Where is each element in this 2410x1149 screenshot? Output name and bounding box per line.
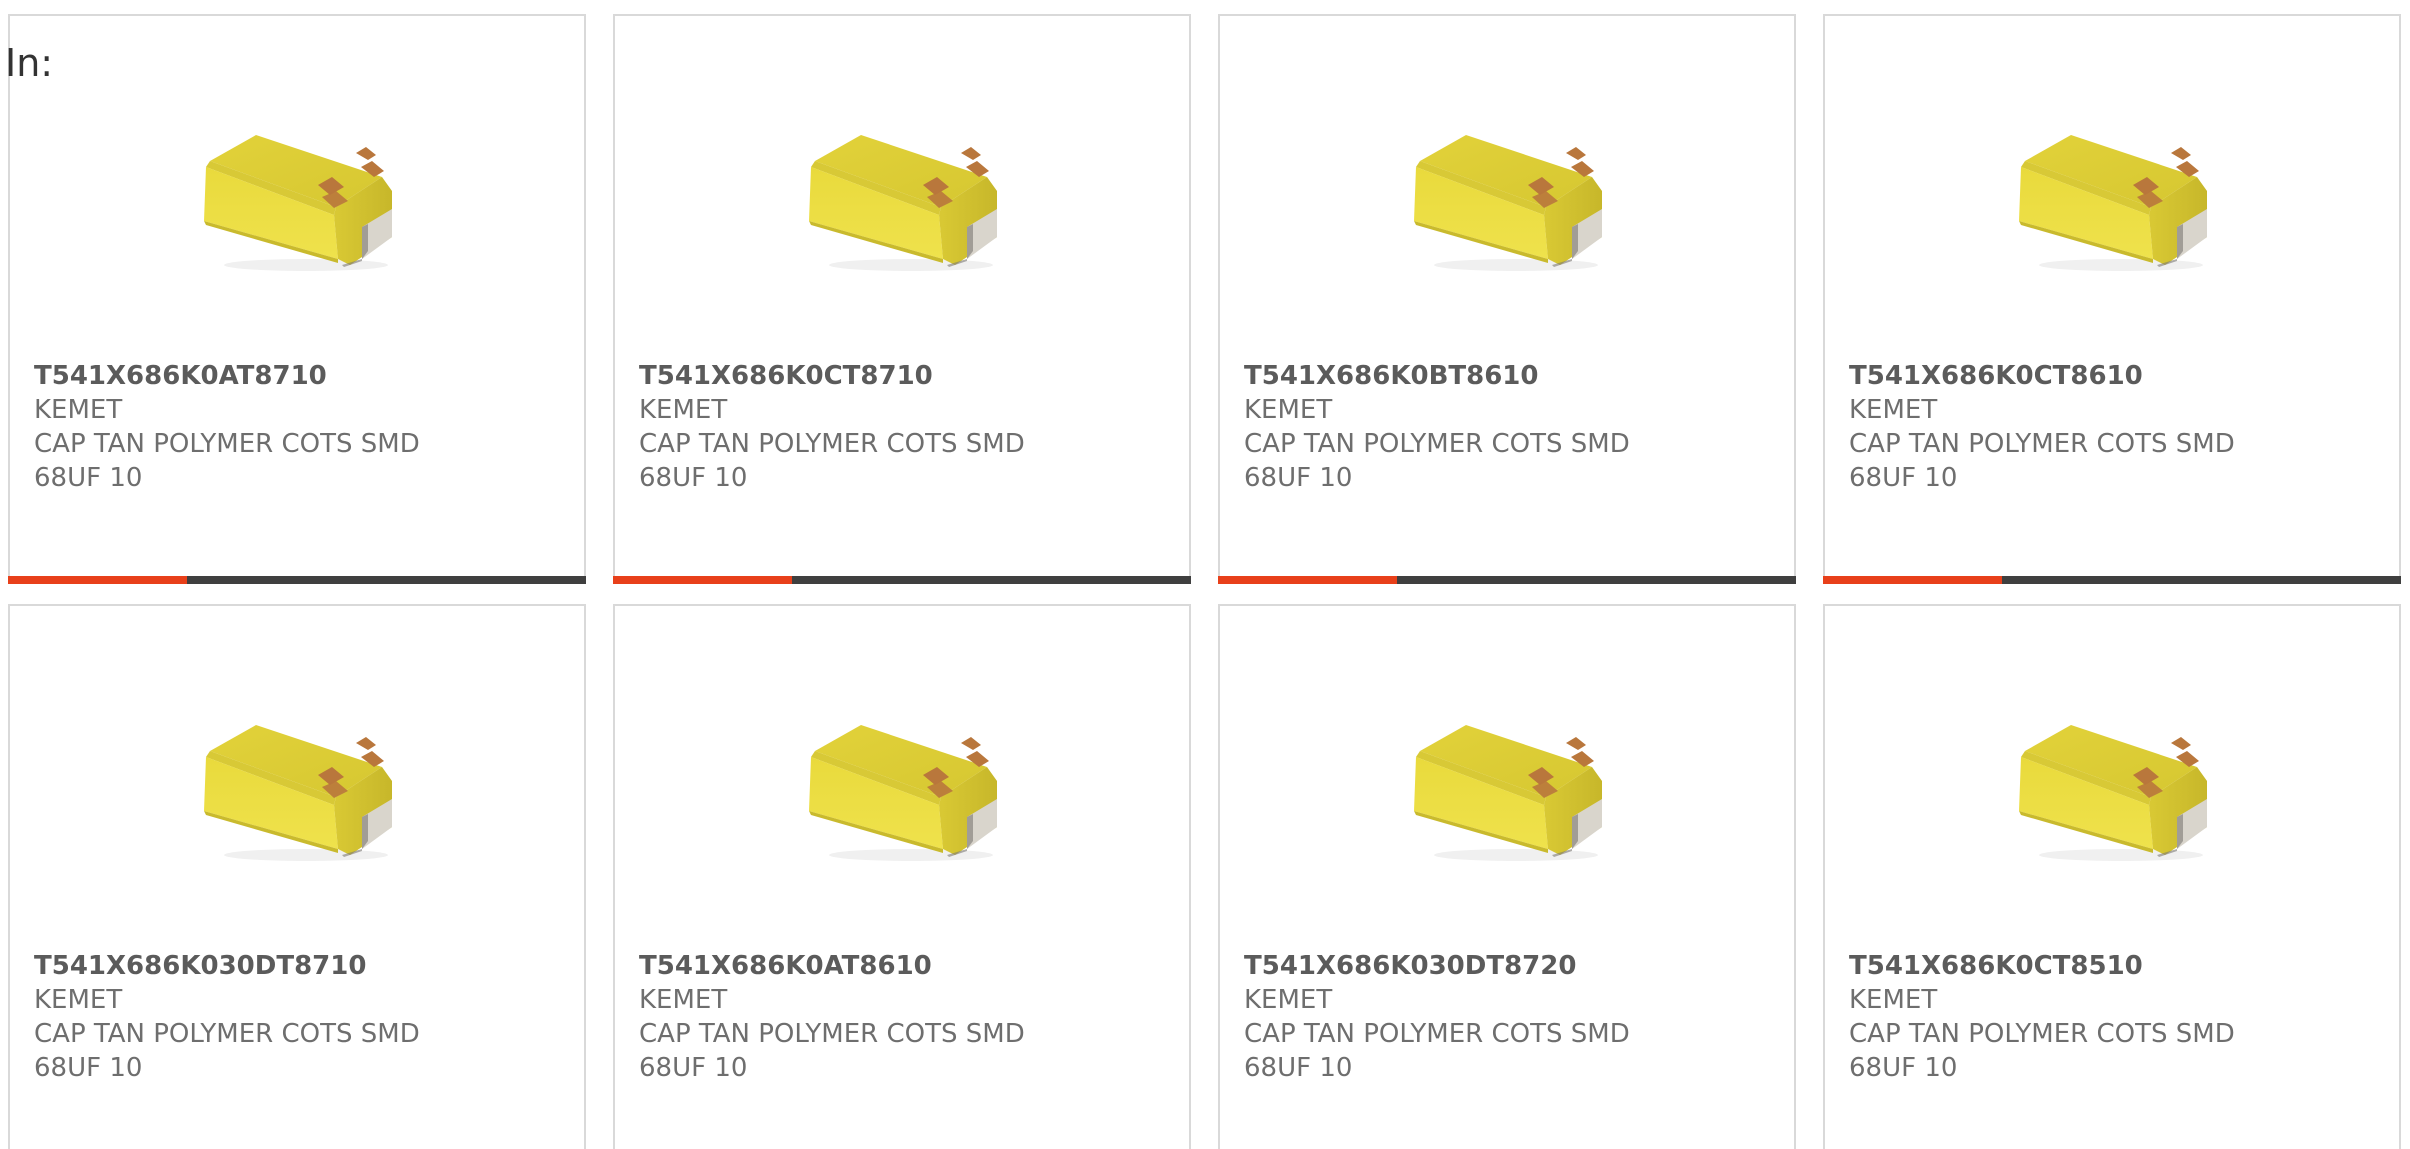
product-card[interactable]: T541X686K0CT8610 KEMET CAP TAN POLYMER C… [1823,14,2401,584]
product-info: T541X686K0AT8610 KEMET CAP TAN POLYMER C… [639,949,1179,1085]
tantalum-capacitor-icon[interactable] [196,699,396,867]
product-card[interactable]: T541X686K0CT8510 KEMET CAP TAN POLYMER C… [1823,604,2401,1149]
product-info: T541X686K0CT8610 KEMET CAP TAN POLYMER C… [1849,359,2389,495]
product-description-line2: 68UF 10 [1244,463,1353,493]
card-progress-bar-fill [1218,576,1398,584]
product-description-line1: CAP TAN POLYMER COTS SMD [639,429,1025,459]
manufacturer-name: KEMET [1244,985,1333,1015]
product-description-line2: 68UF 10 [1849,1053,1958,1083]
product-description-line2: 68UF 10 [639,463,748,493]
product-info: T541X686K0CT8510 KEMET CAP TAN POLYMER C… [1849,949,2389,1085]
part-number-link[interactable]: T541X686K0CT8610 [1849,359,2389,393]
manufacturer-name: KEMET [1244,395,1333,425]
product-description-line1: CAP TAN POLYMER COTS SMD [639,1019,1025,1049]
product-description-line2: 68UF 10 [34,1053,143,1083]
tantalum-capacitor-icon[interactable] [1406,109,1606,277]
product-card[interactable]: T541X686K0BT8610 KEMET CAP TAN POLYMER C… [1218,14,1796,584]
product-info: T541X686K030DT8710 KEMET CAP TAN POLYMER… [34,949,574,1085]
part-number-link[interactable]: T541X686K030DT8710 [34,949,574,983]
product-description-line2: 68UF 10 [1849,463,1958,493]
product-card[interactable]: T541X686K030DT8720 KEMET CAP TAN POLYMER… [1218,604,1796,1149]
part-number-link[interactable]: T541X686K0CT8510 [1849,949,2389,983]
tantalum-capacitor-icon[interactable] [1406,699,1606,867]
part-number-link[interactable]: T541X686K030DT8720 [1244,949,1784,983]
product-description-line2: 68UF 10 [639,1053,748,1083]
manufacturer-name: KEMET [1849,395,1938,425]
product-description-line2: 68UF 10 [1244,1053,1353,1083]
product-card[interactable]: T541X686K0AT8610 KEMET CAP TAN POLYMER C… [613,604,1191,1149]
tantalum-capacitor-icon[interactable] [2011,699,2211,867]
part-number-link[interactable]: T541X686K0AT8610 [639,949,1179,983]
part-number-link[interactable]: T541X686K0BT8610 [1244,359,1784,393]
product-description-line1: CAP TAN POLYMER COTS SMD [34,429,420,459]
product-info: T541X686K030DT8720 KEMET CAP TAN POLYMER… [1244,949,1784,1085]
manufacturer-name: KEMET [34,985,123,1015]
product-info: T541X686K0AT8710 KEMET CAP TAN POLYMER C… [34,359,574,495]
manufacturer-name: KEMET [1849,985,1938,1015]
product-card[interactable]: T541X686K030DT8710 KEMET CAP TAN POLYMER… [8,604,586,1149]
manufacturer-name: KEMET [639,985,728,1015]
product-info: T541X686K0BT8610 KEMET CAP TAN POLYMER C… [1244,359,1784,495]
product-description-line1: CAP TAN POLYMER COTS SMD [1244,429,1630,459]
tantalum-capacitor-icon[interactable] [801,109,1001,277]
card-progress-bar [1823,576,2401,584]
tantalum-capacitor-icon[interactable] [801,699,1001,867]
product-grid: T541X686K0AT8710 KEMET CAP TAN POLYMER C… [8,14,2402,1149]
card-progress-bar-fill [8,576,188,584]
product-card[interactable]: T541X686K0CT8710 KEMET CAP TAN POLYMER C… [613,14,1191,584]
card-progress-bar [8,576,586,584]
manufacturer-name: KEMET [34,395,123,425]
product-card[interactable]: T541X686K0AT8710 KEMET CAP TAN POLYMER C… [8,14,586,584]
card-progress-bar [613,576,1191,584]
product-description-line1: CAP TAN POLYMER COTS SMD [1244,1019,1630,1049]
product-description-line1: CAP TAN POLYMER COTS SMD [34,1019,420,1049]
tantalum-capacitor-icon[interactable] [196,109,396,277]
product-info: T541X686K0CT8710 KEMET CAP TAN POLYMER C… [639,359,1179,495]
card-progress-bar-fill [1823,576,2003,584]
product-description-line1: CAP TAN POLYMER COTS SMD [1849,429,2235,459]
manufacturer-name: KEMET [639,395,728,425]
part-number-link[interactable]: T541X686K0AT8710 [34,359,574,393]
card-progress-bar [1218,576,1796,584]
tantalum-capacitor-icon[interactable] [2011,109,2211,277]
product-description-line1: CAP TAN POLYMER COTS SMD [1849,1019,2235,1049]
card-progress-bar-fill [613,576,793,584]
part-number-link[interactable]: T541X686K0CT8710 [639,359,1179,393]
filter-label: In: [5,41,54,85]
product-description-line2: 68UF 10 [34,463,143,493]
